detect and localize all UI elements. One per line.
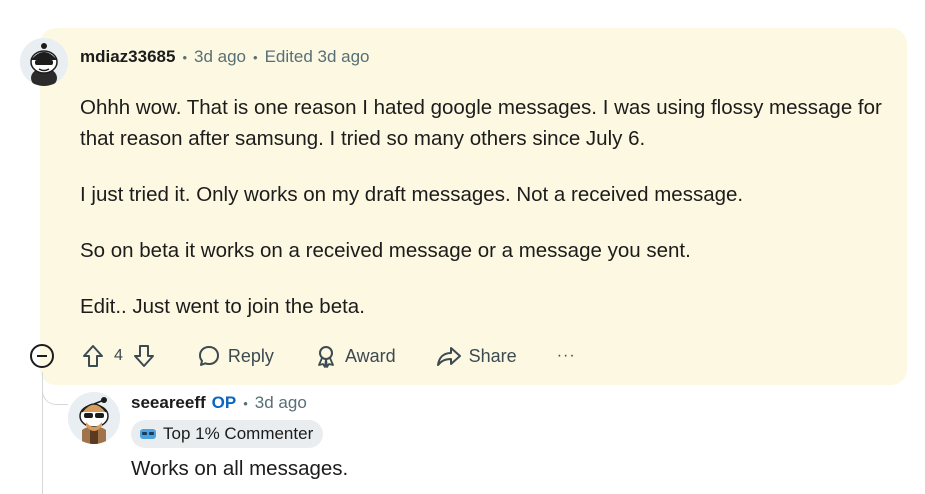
downvote-arrow-icon[interactable]: [133, 344, 155, 368]
edited-label: Edited 3d ago: [264, 47, 370, 66]
meta-separator: •: [243, 395, 248, 411]
award-label: Award: [344, 345, 396, 366]
comment-paragraph: I just tried it. Only works on my draft …: [80, 183, 744, 206]
share-button[interactable]: Share: [436, 344, 517, 368]
comment-action-bar: 4 Reply Award Share ···: [30, 340, 576, 372]
comment-paragraph: Ohhh wow. That is one reason I hated goo…: [80, 96, 882, 150]
reply-body: Works on all messages.: [131, 457, 349, 480]
minus-icon: [37, 355, 47, 357]
comment-username[interactable]: mdiaz33685: [80, 47, 175, 67]
speech-bubble-icon: [198, 346, 219, 366]
comment-body: Ohhh wow. That is one reason I hated goo…: [80, 92, 895, 347]
comment-paragraph: Edit.. Just went to join the beta.: [80, 295, 365, 318]
reply-timestamp[interactable]: 3d ago: [255, 393, 307, 413]
vote-controls: 4: [82, 344, 155, 368]
vote-count: 4: [114, 347, 123, 364]
comment-meta: mdiaz33685 • 3d ago • Edited 3d ago: [80, 47, 370, 67]
more-options-button[interactable]: ···: [557, 347, 576, 365]
reply-meta: seeareeff OP • 3d ago: [131, 393, 307, 413]
reply-button[interactable]: Reply: [197, 344, 274, 368]
collapse-thread-button[interactable]: [30, 344, 54, 368]
snoo-avatar-icon: [68, 392, 120, 444]
badge-label: Top 1% Commenter: [163, 424, 314, 443]
avatar[interactable]: [20, 38, 68, 86]
snoo-avatar-icon: [20, 38, 68, 86]
reply-username[interactable]: seeareeff: [131, 393, 206, 413]
reply-thread-connector: [42, 372, 68, 405]
meta-separator: •: [253, 49, 258, 65]
comment-paragraph: So on beta it works on a received messag…: [80, 239, 691, 262]
reply-label: Reply: [227, 345, 274, 366]
avatar[interactable]: [68, 392, 120, 444]
top-commenter-icon: [140, 429, 156, 439]
award-button[interactable]: Award: [314, 344, 396, 368]
award-icon: [318, 346, 334, 368]
share-label: Share: [468, 345, 517, 366]
upvote-arrow-icon[interactable]: [82, 344, 104, 368]
user-flair-badge: Top 1% Commenter: [131, 420, 324, 448]
op-tag: OP: [211, 393, 237, 412]
comment-timestamp[interactable]: 3d ago: [194, 47, 246, 67]
share-arrow-icon: [436, 347, 461, 366]
meta-separator: •: [182, 49, 188, 65]
